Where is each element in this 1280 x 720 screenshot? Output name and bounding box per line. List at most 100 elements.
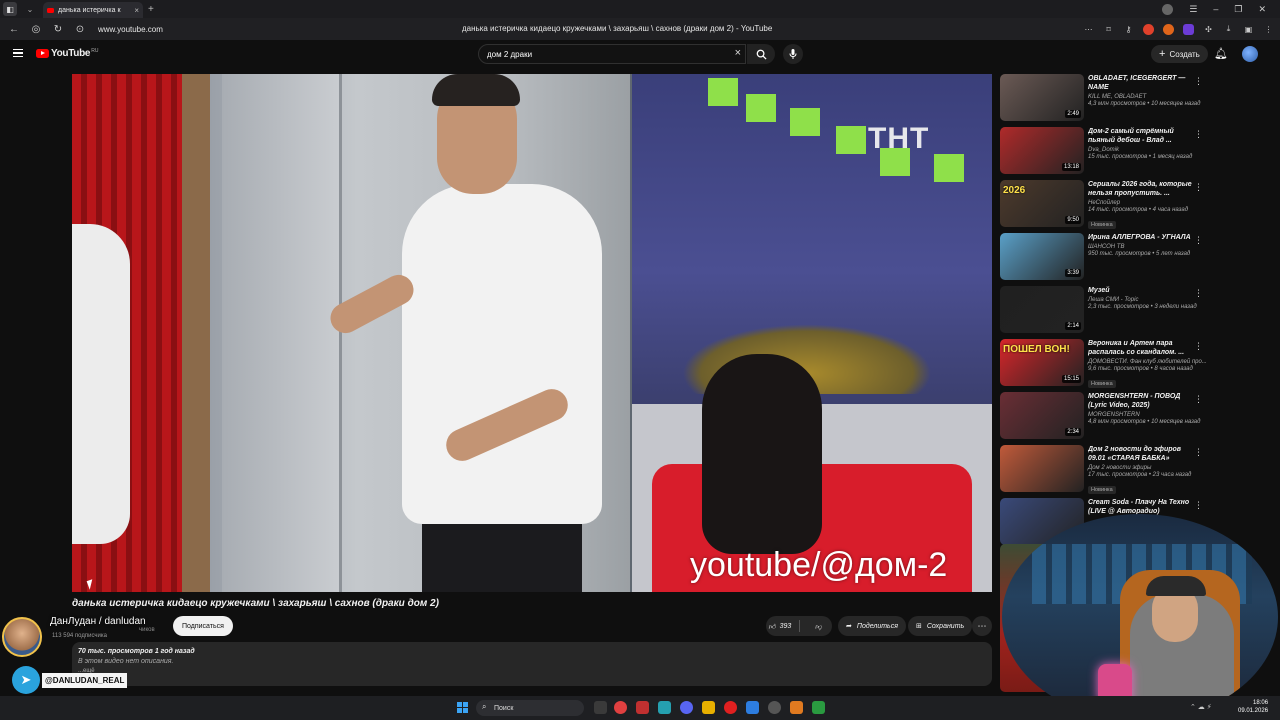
task-view-icon[interactable] xyxy=(594,701,607,714)
search-input[interactable]: дом 2 драки × xyxy=(478,44,746,64)
recommendation-menu-icon[interactable]: ⋮ xyxy=(1194,76,1203,87)
recommendation-title[interactable]: Сериалы 2026 года, которые нельзя пропус… xyxy=(1088,180,1194,198)
recommendation-menu-icon[interactable]: ⋮ xyxy=(1194,394,1203,405)
tab-list-chevron-icon[interactable]: ⌄ xyxy=(23,2,37,16)
close-window-icon[interactable]: ✕ xyxy=(1258,4,1266,15)
clear-search-icon[interactable]: × xyxy=(735,47,741,59)
recommendation-title[interactable]: Музей xyxy=(1088,286,1194,295)
site-info-icon[interactable]: ⊙ xyxy=(72,24,88,35)
recommendation-thumbnail[interactable]: 13:18 xyxy=(1000,127,1084,174)
recommendation-thumbnail[interactable] xyxy=(1000,445,1084,492)
recommendation-title[interactable]: Дом-2 самый стрёмный пьяный дебош - Влад… xyxy=(1088,127,1194,145)
extension-red-icon[interactable] xyxy=(1143,23,1154,35)
recommendation-item[interactable]: 13:18 Дом-2 самый стрёмный пьяный дебош … xyxy=(1000,127,1210,180)
notifications-bell-icon[interactable]: 🔔︎ xyxy=(1214,47,1228,60)
windows-start-icon[interactable] xyxy=(457,702,468,713)
back-icon[interactable]: ← xyxy=(6,24,22,35)
new-tab-icon[interactable]: + xyxy=(148,4,154,15)
create-button[interactable]: + Создать xyxy=(1151,45,1208,63)
extension-orange-icon[interactable] xyxy=(1163,23,1174,35)
tab-close-icon[interactable]: × xyxy=(134,6,139,15)
more-actions-button[interactable]: ⋯ xyxy=(972,616,992,636)
recommendation-menu-icon[interactable]: ⋮ xyxy=(1194,447,1203,458)
recommendation-channel[interactable]: НеСпойлер xyxy=(1088,200,1194,206)
app-teal-icon[interactable] xyxy=(658,701,671,714)
collections-icon[interactable]: ▣ xyxy=(1243,24,1254,35)
recommendation-thumbnail[interactable]: 2:14 xyxy=(1000,286,1084,333)
recommendation-item[interactable]: 2:14 Музей Леша СМИ - Topic 2,3 тыс. про… xyxy=(1000,286,1210,339)
dislike-button[interactable]: 👎︎ xyxy=(805,616,833,636)
like-button[interactable]: 👍︎ 393 xyxy=(766,616,794,636)
account-badge-icon[interactable] xyxy=(1162,3,1174,15)
description-more[interactable]: ...ещё xyxy=(78,668,986,674)
recommendation-title[interactable]: OBLADAET, ICEGERGERT — NAME xyxy=(1088,74,1194,92)
subscribe-button[interactable]: Подписаться xyxy=(173,616,233,636)
recommendation-title[interactable]: Вероника и Артем пара распалась со сканд… xyxy=(1088,339,1194,357)
account-avatar[interactable] xyxy=(1242,46,1258,62)
search-button[interactable] xyxy=(747,44,775,64)
bookmark-icon[interactable]: ⌑ xyxy=(1103,24,1114,35)
recommendation-title[interactable]: MORGENSHTERN - ПОВОД (Lyric Video, 2025) xyxy=(1088,392,1194,410)
share-button[interactable]: ➦ Поделиться xyxy=(838,616,906,636)
recommendation-thumbnail[interactable]: 2:49 xyxy=(1000,74,1084,121)
recommendation-meta: Дом 2 новости до эфиров 09.01 «СТАРАЯ БА… xyxy=(1088,445,1194,496)
app-blue-icon[interactable] xyxy=(746,701,759,714)
recommendation-item[interactable]: 2:34 MORGENSHTERN - ПОВОД (Lyric Video, … xyxy=(1000,392,1210,445)
recommendation-channel[interactable]: ШАНСОН ТВ xyxy=(1088,244,1194,250)
recommendation-item[interactable]: 2026 9:50 Сериалы 2026 года, которые нел… xyxy=(1000,180,1210,233)
recommendation-menu-icon[interactable]: ⋮ xyxy=(1194,288,1203,299)
recommendation-item[interactable]: 3:39 Ирина АЛЛЕГРОВА - УГНАЛА ШАНСОН ТВ … xyxy=(1000,233,1210,286)
minimize-icon[interactable]: – xyxy=(1213,4,1218,14)
recommendation-menu-icon[interactable]: ⋮ xyxy=(1194,129,1203,140)
recommendation-menu-icon[interactable]: ⋮ xyxy=(1194,500,1203,511)
youtube-logo[interactable]: YouTube RU xyxy=(36,48,98,59)
extension-purple-icon[interactable] xyxy=(1183,23,1194,35)
yandex-browser-icon[interactable] xyxy=(614,701,627,714)
recommendation-thumbnail[interactable]: ПОШЕЛ ВОН! 15:15 xyxy=(1000,339,1084,386)
description-box[interactable]: 70 тыс. просмотров 1 год назад В этом ви… xyxy=(72,642,992,686)
url-field[interactable]: www.youtube.com xyxy=(98,25,478,34)
extensions-icon[interactable]: ✣ xyxy=(1203,24,1214,35)
video-player[interactable]: ТНТ youtube/@дом-2 xyxy=(72,74,992,592)
opera-icon[interactable] xyxy=(724,701,737,714)
browser-profile-icon[interactable]: ◧ xyxy=(3,2,17,16)
menu-icon[interactable]: ⋮ xyxy=(1263,24,1274,35)
key-icon[interactable]: ⚷ xyxy=(1123,24,1134,35)
recommendation-channel[interactable]: Dva_Domik xyxy=(1088,147,1194,153)
recommendation-channel[interactable]: ДОМОВЕСТИ. Фан клуб любителей про... xyxy=(1088,359,1207,365)
more-icon[interactable]: ⋯ xyxy=(1083,24,1094,35)
chrome-icon[interactable] xyxy=(768,701,781,714)
file-explorer-icon[interactable] xyxy=(702,701,715,714)
recommendation-thumbnail[interactable]: 2:34 xyxy=(1000,392,1084,439)
download-icon[interactable]: ⤓ xyxy=(1223,24,1234,35)
recommendation-thumbnail[interactable]: 3:39 xyxy=(1000,233,1084,280)
recommendation-item[interactable]: Дом 2 новости до эфиров 09.01 «СТАРАЯ БА… xyxy=(1000,445,1210,498)
recommendation-channel[interactable]: Леша СМИ - Topic xyxy=(1088,297,1194,303)
system-tray-icons[interactable]: ⌃ ☁ ⚡ xyxy=(1190,703,1212,711)
app-green-icon[interactable] xyxy=(812,701,825,714)
recommendation-channel[interactable]: Дом 2 новости эфиры xyxy=(1088,465,1194,471)
discord-icon[interactable] xyxy=(680,701,693,714)
protect-icon[interactable]: ◎ xyxy=(28,24,44,35)
taskbar-clock[interactable]: 18:06 09.01.2026 xyxy=(1238,699,1268,715)
hamburger-menu-icon[interactable] xyxy=(13,49,23,57)
bookmarks-icon[interactable]: ☰ xyxy=(1189,4,1197,15)
reload-icon[interactable]: ↻ xyxy=(50,24,66,35)
app-red-icon[interactable] xyxy=(636,701,649,714)
recommendation-menu-icon[interactable]: ⋮ xyxy=(1194,182,1203,193)
recommendation-title[interactable]: Ирина АЛЛЕГРОВА - УГНАЛА xyxy=(1088,233,1194,242)
voice-search-button[interactable] xyxy=(783,44,803,64)
recommendation-menu-icon[interactable]: ⋮ xyxy=(1194,341,1203,352)
browser-tab-active[interactable]: данька истеричка к × xyxy=(43,2,143,18)
save-button[interactable]: ⊞ Сохранить xyxy=(908,616,973,636)
recommendation-channel[interactable]: MORGENSHTERN xyxy=(1088,412,1194,418)
taskbar-search[interactable]: ⌕ Поиск xyxy=(476,700,584,716)
recommendation-item[interactable]: 2:49 OBLADAET, ICEGERGERT — NAME KILL ME… xyxy=(1000,74,1210,127)
vlc-icon[interactable] xyxy=(790,701,803,714)
recommendation-title[interactable]: Дом 2 новости до эфиров 09.01 «СТАРАЯ БА… xyxy=(1088,445,1194,463)
recommendation-item[interactable]: ПОШЕЛ ВОН! 15:15 Вероника и Артем пара р… xyxy=(1000,339,1210,392)
recommendation-thumbnail[interactable]: 2026 9:50 xyxy=(1000,180,1084,227)
maximize-icon[interactable]: ❐ xyxy=(1234,4,1242,15)
recommendation-menu-icon[interactable]: ⋮ xyxy=(1194,235,1203,246)
recommendation-channel[interactable]: KILL ME, OBLADAET xyxy=(1088,94,1194,100)
